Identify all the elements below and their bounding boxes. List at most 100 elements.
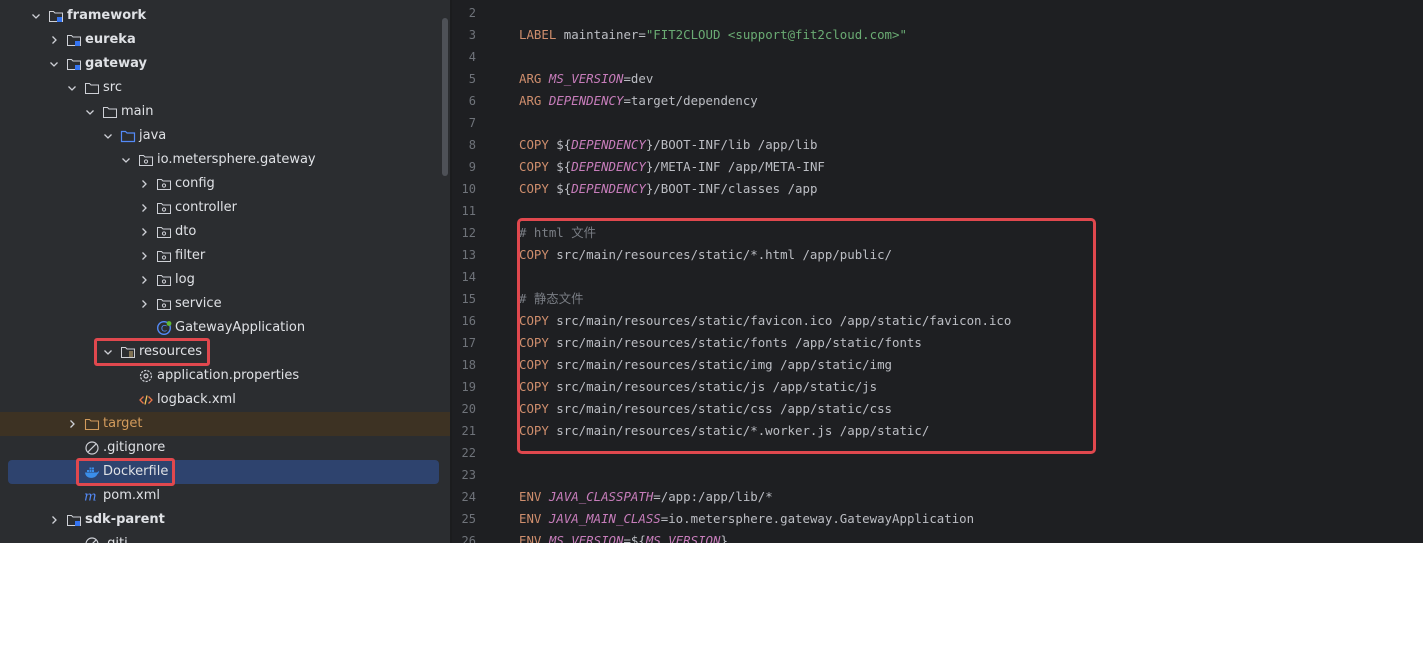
tree-item-dto[interactable]: dto <box>0 220 450 244</box>
code-token: ENV <box>519 533 542 543</box>
tree-item-giti[interactable]: .giti <box>0 532 450 543</box>
code-token: }/BOOT-INF/lib /app/lib <box>645 137 818 152</box>
chevron-down-icon[interactable] <box>102 340 114 364</box>
package-icon <box>156 268 172 292</box>
tree-item-framework[interactable]: framework <box>0 4 450 28</box>
line-number: 6 <box>468 94 476 108</box>
tree-item-eureka[interactable]: eureka <box>0 28 450 52</box>
tree-item-label: log <box>175 272 195 287</box>
code-line[interactable]: ENV MS_VERSION=${MS_VERSION} <box>519 530 728 543</box>
tree-item-label: framework <box>67 8 147 23</box>
tree-item-gateway[interactable]: gateway <box>0 52 450 76</box>
chevron-right-icon[interactable] <box>48 28 60 52</box>
tree-item-config[interactable]: config <box>0 172 450 196</box>
chevron-right-icon[interactable] <box>138 268 150 292</box>
line-number: 15 <box>461 292 476 306</box>
code-token: =/app:/app/lib/* <box>653 489 773 504</box>
chevron-right-icon[interactable] <box>138 196 150 220</box>
tree-item-gatewayapplication[interactable]: C GatewayApplication <box>0 316 450 340</box>
chevron-down-icon[interactable] <box>66 76 78 100</box>
code-line[interactable]: COPY ${DEPENDENCY}/BOOT-INF/classes /app <box>519 178 817 200</box>
line-number: 11 <box>461 204 476 218</box>
chevron-down-icon[interactable] <box>120 148 132 172</box>
chevron-down-icon[interactable] <box>48 52 60 76</box>
tree-item-service[interactable]: service <box>0 292 450 316</box>
chevron-right-icon[interactable] <box>138 244 150 268</box>
tree-item-log[interactable]: log <box>0 268 450 292</box>
tree-item-io-metersphere-gateway[interactable]: io.metersphere.gateway <box>0 148 450 172</box>
chevron-right-icon[interactable] <box>138 172 150 196</box>
tree-item-label: Dockerfile <box>103 464 169 479</box>
code-token: MS_VERSION <box>645 533 721 543</box>
line-number: 9 <box>468 160 476 174</box>
project-tree[interactable]: framework eureka gateway src main java io.mete… <box>0 0 450 543</box>
tree-scrollbar[interactable] <box>442 18 448 176</box>
chevron-right-icon[interactable] <box>48 508 60 532</box>
tree-item-application-properties[interactable]: application.properties <box>0 364 450 388</box>
code-token: JAVA_CLASSPATH <box>548 489 654 504</box>
tree-item-logback-xml[interactable]: logback.xml <box>0 388 450 412</box>
chevron-down-icon[interactable] <box>102 124 114 148</box>
chevron-down-icon[interactable] <box>30 4 42 28</box>
excluded-folder-icon <box>84 412 100 436</box>
tree-item-src[interactable]: src <box>0 76 450 100</box>
tree-item-target[interactable]: target <box>0 412 450 436</box>
tree-item-sdk-parent[interactable]: sdk-parent <box>0 508 450 532</box>
line-number: 25 <box>461 512 476 526</box>
maven-icon: m <box>84 484 100 508</box>
tree-item-resources[interactable]: resources <box>0 340 450 364</box>
line-number: 13 <box>461 248 476 262</box>
code-line[interactable]: LABEL maintainer="FIT2CLOUD <support@fit… <box>519 24 907 46</box>
tree-item-java[interactable]: java <box>0 124 450 148</box>
line-number: 7 <box>468 116 476 130</box>
tree-item-filter[interactable]: filter <box>0 244 450 268</box>
code-token: ARG <box>519 71 542 86</box>
editor-scrollbar[interactable] <box>1413 0 1423 543</box>
line-number: 16 <box>461 314 476 328</box>
gitignore-icon <box>84 436 100 460</box>
line-number: 4 <box>468 50 476 64</box>
ide-window: framework eureka gateway src main java io.mete… <box>0 0 1423 543</box>
tree-item-label: resources <box>139 344 203 359</box>
code-token: JAVA_MAIN_CLASS <box>548 511 661 526</box>
chevron-right-icon[interactable] <box>66 412 78 436</box>
line-number: 20 <box>461 402 476 416</box>
code-token: =io.metersphere.gateway.GatewayApplicati… <box>660 511 975 526</box>
line-number: 2 <box>468 6 476 20</box>
tree-item-label: GatewayApplication <box>175 320 306 335</box>
chevron-right-icon[interactable] <box>138 220 150 244</box>
code-line[interactable]: ARG DEPENDENCY=target/dependency <box>519 90 758 112</box>
code-token: ${ <box>548 159 572 174</box>
package-icon <box>156 220 172 244</box>
tree-item-gitignore[interactable]: .gitignore <box>0 436 450 460</box>
tree-item-label: gateway <box>85 56 147 71</box>
tree-item-controller[interactable]: controller <box>0 196 450 220</box>
tree-item-pom-xml[interactable]: m pom.xml <box>0 484 450 508</box>
module-folder-icon <box>66 52 82 76</box>
package-icon <box>138 148 154 172</box>
code-line[interactable]: ENV JAVA_MAIN_CLASS=io.metersphere.gatew… <box>519 508 974 530</box>
tree-item-dockerfile[interactable]: Dockerfile <box>0 460 450 484</box>
package-icon <box>156 172 172 196</box>
chevron-down-icon[interactable] <box>84 100 96 124</box>
code-line[interactable]: ENV JAVA_CLASSPATH=/app:/app/lib/* <box>519 486 773 508</box>
code-line[interactable]: COPY ${DEPENDENCY}/META-INF /app/META-IN… <box>519 156 825 178</box>
code-editor[interactable]: 2 3 LABEL maintainer="FIT2CLOUD <support@f… <box>452 0 1423 543</box>
tree-item-label: .gitignore <box>103 440 166 455</box>
code-token: LABEL <box>519 27 557 42</box>
tree-item-label: filter <box>175 248 206 263</box>
tree-item-label: java <box>139 128 167 143</box>
tree-item-label: logback.xml <box>157 392 236 407</box>
code-line[interactable]: ARG MS_VERSION=dev <box>519 68 653 90</box>
chevron-right-icon[interactable] <box>138 292 150 316</box>
code-token: ENV <box>519 489 542 504</box>
code-token: =target/dependency <box>623 93 758 108</box>
tree-item-label: sdk-parent <box>85 512 165 527</box>
code-token: }/BOOT-INF/classes /app <box>645 181 818 196</box>
tree-item-label: application.properties <box>157 368 300 383</box>
tree-item-main[interactable]: main <box>0 100 450 124</box>
code-token: ARG <box>519 93 542 108</box>
line-number: 12 <box>461 226 476 240</box>
line-number: 21 <box>461 424 476 438</box>
code-line[interactable]: COPY ${DEPENDENCY}/BOOT-INF/lib /app/lib <box>519 134 817 156</box>
